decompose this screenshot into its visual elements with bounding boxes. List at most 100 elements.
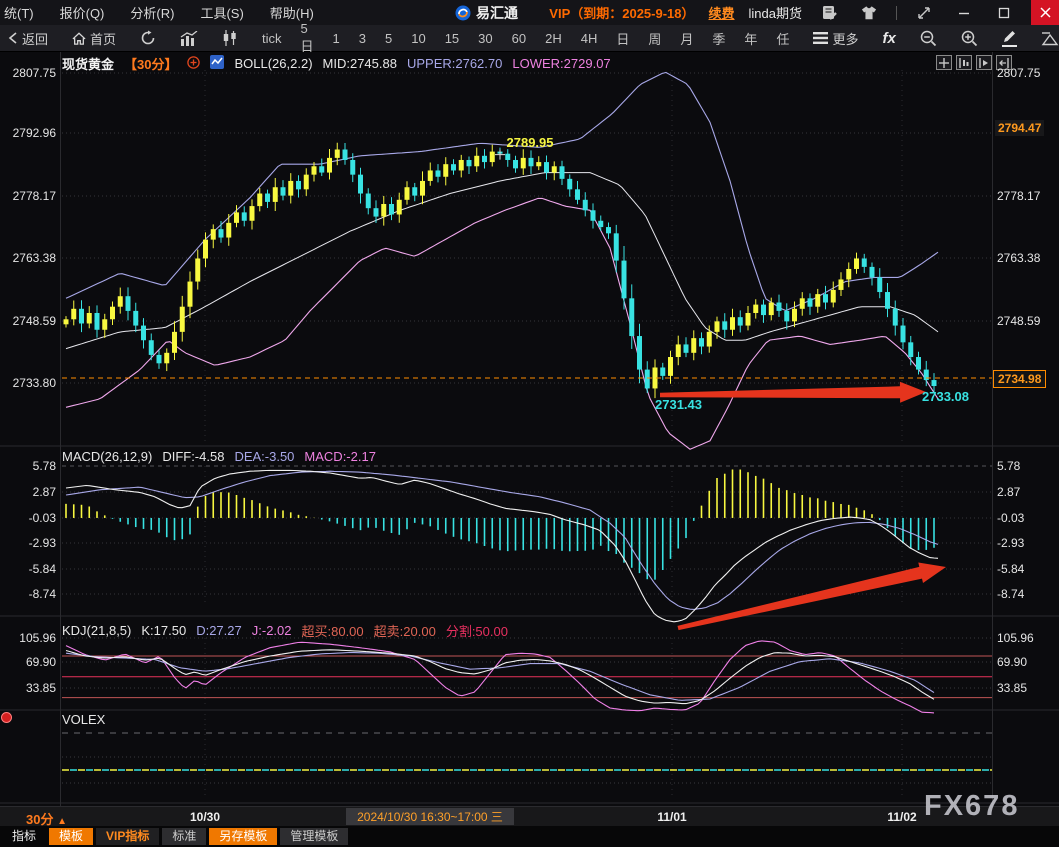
- svg-text:2789.95: 2789.95: [507, 135, 554, 150]
- notes-icon[interactable]: [816, 0, 842, 25]
- more-button[interactable]: 更多: [813, 29, 858, 48]
- close-button[interactable]: [1031, 0, 1059, 25]
- period-button-5日[interactable]: 5日: [301, 21, 314, 55]
- menu-item-0[interactable]: 统(T): [4, 3, 34, 22]
- hamburger-icon: [813, 32, 828, 44]
- refresh-button[interactable]: [140, 30, 156, 46]
- price-axis-left-1: 2792.96: [0, 126, 56, 140]
- main-chart-header: 现货黄金 【30分】 BOLL(26,2.2) MID:2745.88 UPPE…: [62, 54, 611, 73]
- kdj-header: KDJ(21,8,5) K:17.50 D:27.27 J:-2.02 超买:8…: [62, 621, 508, 640]
- period-button-4H[interactable]: 4H: [581, 31, 598, 46]
- period-button-15[interactable]: 15: [445, 31, 459, 46]
- refresh-icon: [140, 30, 156, 46]
- macd-dea-value: DEA:-3.50: [234, 449, 294, 464]
- period-button-60[interactable]: 60: [512, 31, 526, 46]
- period-button-1[interactable]: 1: [333, 31, 340, 46]
- back-arrow-icon: [8, 32, 18, 44]
- macd-axis-right-2: -0.03: [997, 511, 1024, 525]
- macd-axis-left-1: 2.87: [0, 485, 56, 499]
- bar-chart-type-button[interactable]: [180, 31, 198, 46]
- day-label-11/02: 11/02: [887, 810, 916, 824]
- tab-指标[interactable]: 指标: [2, 828, 46, 845]
- tab-管理模板[interactable]: 管理模板: [280, 828, 348, 845]
- home-icon: [72, 32, 86, 45]
- price-marker-label: 2794.47: [995, 120, 1044, 136]
- menu-item-4[interactable]: 帮助(H): [270, 3, 314, 22]
- float-window-icon[interactable]: [911, 0, 937, 25]
- tab-另存模板[interactable]: 另存模板: [209, 828, 277, 845]
- zoom-out-button[interactable]: [920, 30, 937, 47]
- kdj-overbought-value: 超买:80.00: [302, 621, 364, 640]
- kdj-d-value: D:27.27: [196, 623, 242, 638]
- menu-bar: 统(T) 报价(Q) 分析(R) 工具(S) 帮助(H): [0, 3, 314, 22]
- app-name: 易汇通: [476, 3, 518, 23]
- period-button-日[interactable]: 日: [616, 29, 629, 48]
- period-button-3[interactable]: 3: [359, 31, 366, 46]
- menu-item-3[interactable]: 工具(S): [200, 3, 243, 22]
- layout-left-icon[interactable]: [956, 55, 972, 70]
- price-axis-left-5: 2733.80: [0, 376, 56, 390]
- kdj-oversold-value: 超卖:20.00: [374, 621, 436, 640]
- kdj-axis-left-1: 69.90: [0, 655, 56, 669]
- indicator-fx-button[interactable]: fx: [882, 30, 895, 47]
- macd-axis-left-0: 5.78: [0, 459, 56, 473]
- kdj-axis-left-2: 33.85: [0, 681, 56, 695]
- period-button-任[interactable]: 任: [776, 29, 789, 48]
- period-button-tick[interactable]: tick: [262, 31, 282, 46]
- add-indicator-icon[interactable]: [187, 56, 200, 72]
- zoom-in-button[interactable]: [961, 30, 978, 47]
- minimize-button[interactable]: [951, 0, 977, 25]
- kdj-axis-right-2: 33.85: [997, 681, 1027, 695]
- maximize-button[interactable]: [991, 0, 1017, 25]
- macd-axis-right-5: -8.74: [997, 587, 1024, 601]
- home-button[interactable]: 首页: [72, 29, 116, 48]
- skin-theme-icon[interactable]: [856, 0, 882, 25]
- tab-VIP指标[interactable]: VIP指标: [96, 828, 159, 845]
- margin-marker-icon: [1, 712, 12, 723]
- period-button-年[interactable]: 年: [744, 29, 757, 48]
- period-selector: tick 5日 1 3 5 10 15 30 60 2H 4H 日周月季年任: [262, 21, 789, 55]
- pencil-icon: [1002, 29, 1017, 44]
- menu-item-1[interactable]: 报价(Q): [60, 3, 105, 22]
- back-button[interactable]: 返回: [8, 29, 48, 48]
- period-button-季[interactable]: 季: [712, 29, 725, 48]
- watermark: FX678: [924, 790, 1019, 823]
- zoom-out-icon: [920, 30, 937, 47]
- price-axis-right-3: 2763.38: [997, 251, 1040, 265]
- time-axis: 30分 ▲ 10/3011/0111/02 2024/10/30 16:30~1…: [0, 806, 1059, 827]
- price-axis-right-0: 2807.75: [997, 66, 1040, 80]
- kdj-params[interactable]: KDJ(21,8,5): [62, 623, 131, 638]
- period-button-周[interactable]: 周: [648, 29, 661, 48]
- macd-params[interactable]: MACD(26,12,9): [62, 449, 152, 464]
- tab-标准[interactable]: 标准: [162, 828, 206, 845]
- bar-chart-icon: [180, 31, 198, 46]
- tab-模板[interactable]: 模板: [49, 828, 93, 845]
- macd-macd-value: MACD:-2.17: [304, 449, 376, 464]
- candle-chart-type-button[interactable]: [222, 30, 238, 46]
- candlestick-icon: [222, 30, 238, 46]
- boll-params: BOLL(26,2.2): [234, 56, 312, 71]
- menu-item-2[interactable]: 分析(R): [130, 3, 174, 22]
- svg-text:2733.08: 2733.08: [922, 389, 969, 404]
- price-axis-left-4: 2748.59: [0, 314, 56, 328]
- period-tag[interactable]: 【30分】: [124, 54, 177, 73]
- volex-label[interactable]: VOLEX: [62, 712, 105, 727]
- period-button-10[interactable]: 10: [411, 31, 425, 46]
- move-tool-icon[interactable]: [936, 55, 952, 70]
- price-axis-right-4: 2748.59: [997, 314, 1040, 328]
- period-button-2H[interactable]: 2H: [545, 31, 562, 46]
- current-price-label: 2734.98: [993, 370, 1046, 388]
- kdj-axis-right-1: 69.90: [997, 655, 1027, 669]
- renew-link[interactable]: 续费: [709, 3, 735, 22]
- period-button-月[interactable]: 月: [680, 29, 693, 48]
- draw-pencil-button[interactable]: [1002, 29, 1017, 47]
- macd-axis-right-0: 5.78: [997, 459, 1020, 473]
- layout-right-icon[interactable]: [976, 55, 992, 70]
- pattern-tool-button[interactable]: [1041, 31, 1059, 46]
- boll-indicator-icon[interactable]: [210, 55, 224, 72]
- app-logo-icon: [455, 5, 471, 21]
- period-button-30[interactable]: 30: [478, 31, 492, 46]
- symbol-name[interactable]: 现货黄金: [62, 54, 114, 73]
- chart-canvas[interactable]: 2789.952731.432733.08: [0, 52, 1059, 806]
- period-button-5[interactable]: 5: [385, 31, 392, 46]
